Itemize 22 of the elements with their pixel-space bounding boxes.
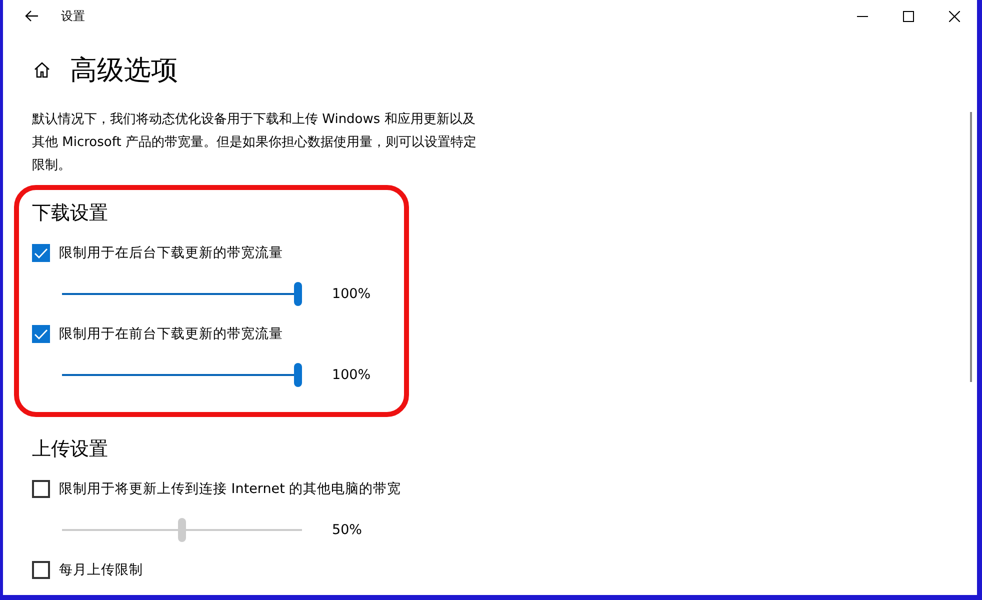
slider-value: 100% [332,286,371,302]
window-title: 设置 [61,8,85,24]
section-title: 下载设置 [32,201,109,226]
back-arrow-icon [25,10,39,22]
checkbox-label: 限制用于在后台下载更新的带宽流量 [59,244,283,262]
checkbox-label: 限制用于在前台下载更新的带宽流量 [59,325,283,343]
home-icon[interactable] [32,60,52,80]
maximize-icon [902,10,914,22]
close-icon [948,10,960,22]
checkbox-label: 每月上传限制 [59,561,143,579]
slider-value: 100% [332,366,371,382]
checkbox-label: 限制用于将更新上传到连接 Internet 的其他电脑的带宽 [59,480,402,498]
section-title: 上传设置 [32,437,109,462]
page-title: 高级选项 [70,54,178,88]
slider[interactable] [62,282,302,306]
checkbox[interactable] [32,244,50,262]
description-text: 默认情况下，我们将动态优化设备用于下载和上传 Windows 和应用更新以及其他 Microsoft 产品的带宽量。但是如果你担心数据使用量，则可以设置特定限制。 [32,111,477,175]
checkbox[interactable] [32,561,50,579]
checkbox[interactable] [32,480,50,498]
checkbox[interactable] [32,325,50,343]
slider-value: 50% [332,522,362,538]
slider[interactable] [62,362,302,386]
